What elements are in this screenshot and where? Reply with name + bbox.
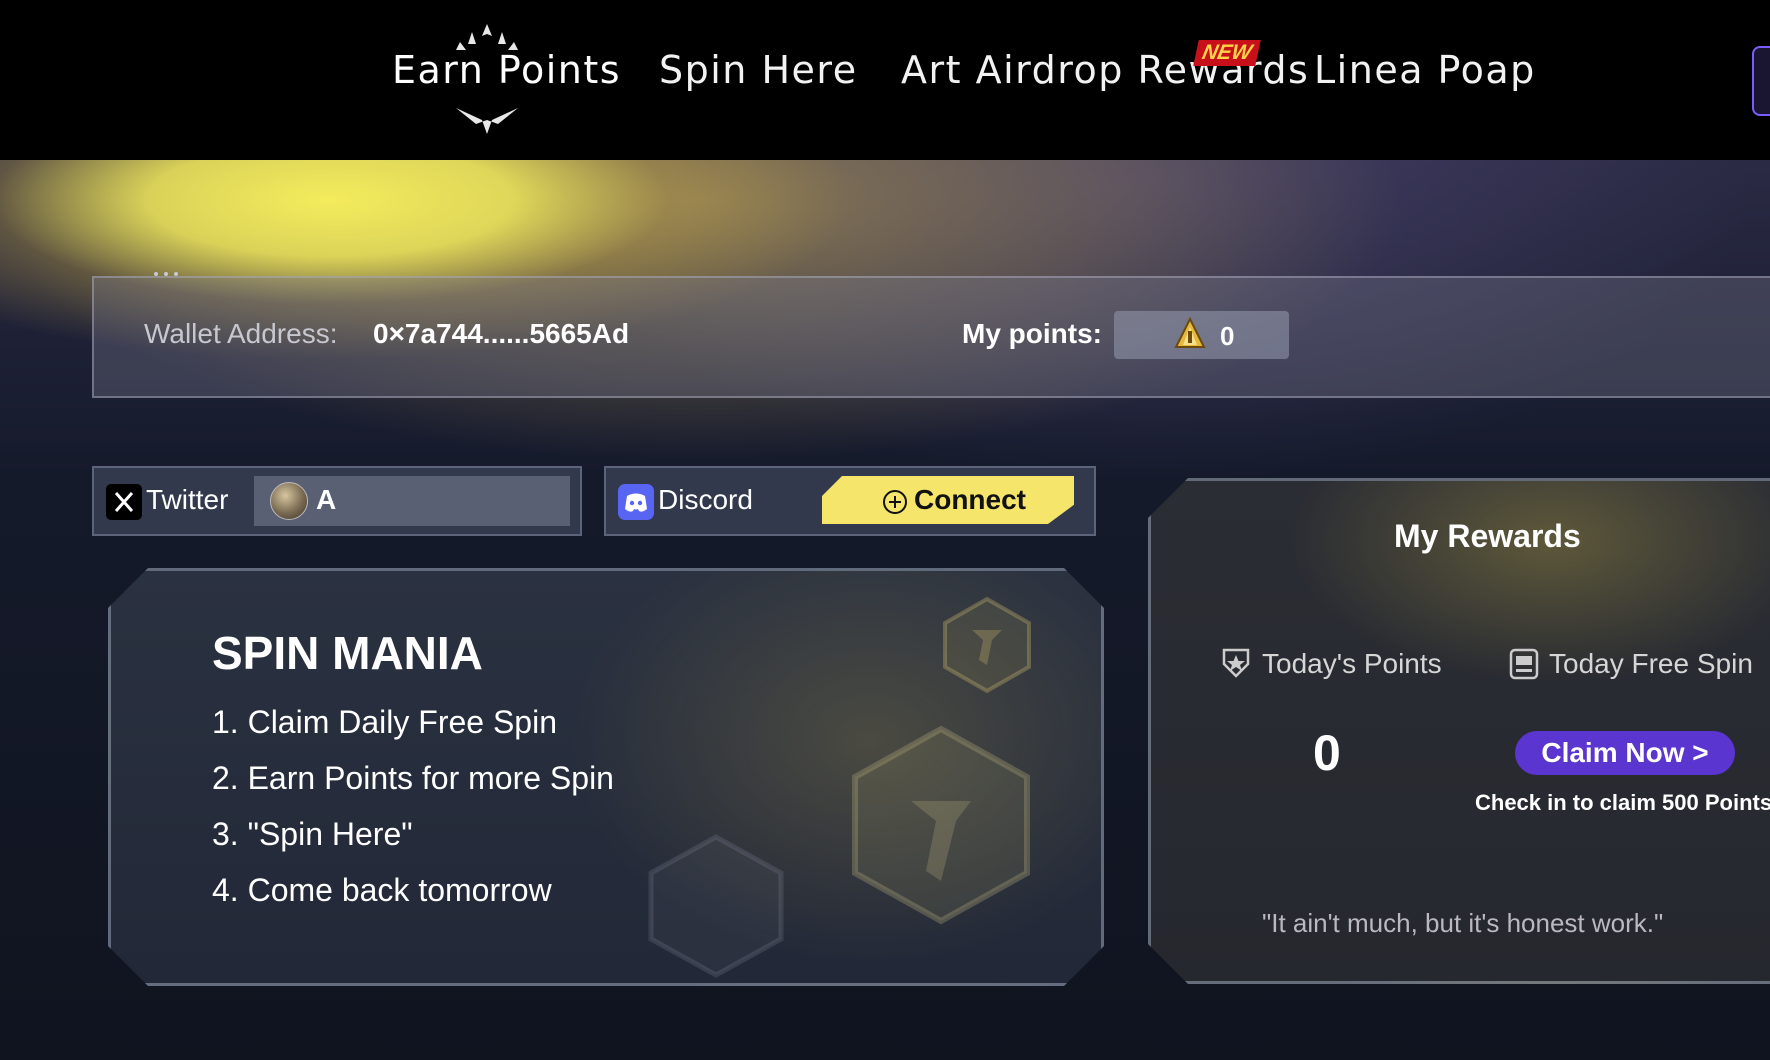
twitter-user-chip[interactable]: A [254,476,570,526]
spin-step: 1. Claim Daily Free Spin [212,704,557,740]
hexagon-token-icon [841,721,1041,931]
twitter-username: A [316,484,337,515]
claim-now-button[interactable]: Claim Now > [1515,731,1735,775]
nav-spin-here[interactable]: Spin Here [659,48,858,92]
nav-linea-poap[interactable]: Linea Poap [1314,48,1536,92]
discord-connect-button[interactable]: Connect [822,476,1074,524]
spin-step: 4. Come back tomorrow [212,872,552,908]
todays-points-label: Today's Points [1262,648,1442,679]
wallet-panel [92,276,1770,398]
top-navigation: Earn Points Spin Here Art Airdrop Reward… [0,0,1770,160]
my-rewards-title: My Rewards [1394,518,1581,554]
wallet-button[interactable] [1752,46,1770,116]
discord-label: Discord [658,484,753,515]
avatar [270,482,308,520]
twitter-label: Twitter [146,484,229,515]
today-free-spin-label: Today Free Spin [1549,648,1753,679]
spin-mania-title: SPIN MANIA [212,627,483,679]
spin-step: 3. "Spin Here" [212,816,413,852]
todays-points-value: 0 [1313,725,1341,781]
claim-note: Check in to claim 500 Points [1475,790,1770,815]
spin-step: 2. Earn Points for more Spin [212,760,614,796]
wallet-address-label: Wallet Address: [144,318,338,349]
nav-earn-points[interactable]: Earn Points [392,48,621,92]
connect-label: Connect [914,484,1026,515]
points-coin-icon [1174,317,1206,348]
wing-ornament-icon [456,108,518,134]
my-points-label: My points: [962,318,1102,349]
my-points-box: 0 [1114,311,1289,359]
wallet-address-value: 0×7a744......5665Ad [373,318,630,349]
my-points-value: 0 [1220,321,1235,351]
hexagon-token-icon [641,831,791,981]
discord-icon [618,484,654,520]
slot-machine-icon [1509,648,1539,680]
hexagon-token-icon [937,595,1037,695]
x-twitter-icon [106,484,142,520]
plus-circle-icon [882,489,908,515]
rewards-quote: "It ain't much, but it's honest work." [1262,908,1664,938]
trophy-star-icon [1222,648,1250,678]
new-badge: NEW [1193,40,1261,66]
